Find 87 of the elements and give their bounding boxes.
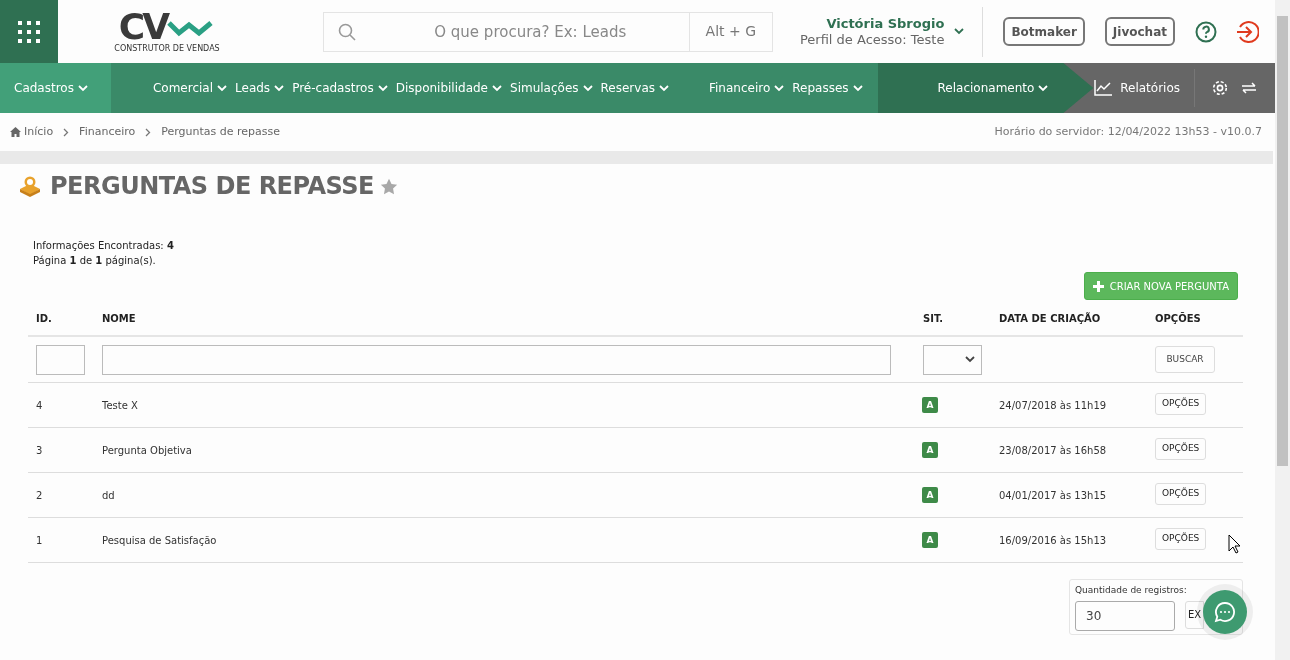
table-cell-text: 4 — [35, 398, 44, 413]
shortcut-hint: Alt + G — [688, 12, 772, 51]
scrollbar[interactable] — [1275, 0, 1290, 660]
records-field[interactable]: 30 — [1075, 600, 1175, 631]
nav-item[interactable]: Cadastros — [14, 79, 88, 97]
logo-tagline: CONSTRUTOR DE VENDAS — [114, 42, 220, 55]
logout-icon[interactable] — [1235, 19, 1259, 44]
nav-item[interactable]: Pré-cadastros — [292, 79, 388, 97]
chevron-down-icon — [659, 84, 669, 92]
column-header: NOME — [101, 312, 137, 326]
column-header: OPÇÕES — [1154, 311, 1202, 326]
breadcrumb-link[interactable]: Perguntas de repasse — [161, 123, 281, 141]
help-icon[interactable] — [1195, 20, 1217, 43]
chevron-down-icon — [217, 84, 228, 92]
chevron-down-icon — [1038, 84, 1049, 92]
reports-link[interactable]: Relatórios — [1094, 79, 1180, 97]
plus-icon — [1092, 280, 1104, 292]
mouse-cursor-icon — [1228, 534, 1242, 554]
user-profile: Perfil de Acesso: Teste — [799, 31, 945, 48]
chevron-down-icon — [492, 84, 502, 92]
status-badge: A — [922, 532, 938, 549]
line-chart-icon — [1094, 80, 1113, 96]
home-icon — [10, 127, 21, 137]
table-cell-text: 24/07/2018 às 11h19 — [998, 398, 1108, 413]
breadcrumb-link[interactable]: Financeiro — [79, 123, 136, 141]
search-bar[interactable]: O que procura? Ex: Leads Alt + G — [323, 11, 773, 52]
grid-icon — [17, 19, 41, 44]
column-header: ID. — [35, 312, 53, 326]
name-filter-field[interactable] — [102, 344, 891, 375]
page-count: Página 1 de 1 página(s). — [33, 254, 157, 268]
star-icon[interactable] — [379, 177, 398, 195]
nav-item[interactable]: Relacionamento — [937, 79, 1049, 97]
results-count: Informações Encontradas: 4 — [33, 239, 175, 253]
search-field[interactable]: O que procura? Ex: Leads — [372, 12, 689, 51]
chevron-down-icon — [852, 84, 863, 92]
table-cell-text: 2 — [35, 488, 44, 503]
options-button[interactable]: OPÇÕES — [1155, 527, 1207, 550]
chevron-down-icon — [377, 84, 388, 92]
nav-item[interactable]: Reservas — [600, 79, 669, 97]
table-cell-text: 3 — [35, 443, 44, 458]
user-name[interactable]: Victória Sbrogio — [826, 15, 945, 32]
nav-item[interactable]: Repasses — [792, 79, 863, 97]
chevron-down-icon — [77, 84, 88, 92]
table-cell-text: Pesquisa de Satisfação — [101, 533, 218, 548]
chevron-down-icon — [582, 84, 593, 92]
search-icon — [338, 22, 356, 41]
chevron-right-icon — [63, 127, 70, 137]
chevron-down-icon — [774, 84, 785, 92]
chevron-down-icon — [274, 84, 285, 92]
server-time: Horário do servidor: 12/04/2022 13h53 - v10.0.7 — [994, 123, 1262, 140]
status-badge: A — [922, 397, 938, 414]
table-cell-text: 04/01/2017 às 13h15 — [998, 488, 1108, 503]
column-header: SIT. — [922, 312, 945, 326]
header-button[interactable]: Jivochat — [1104, 17, 1175, 46]
apps-menu-button[interactable] — [0, 0, 58, 63]
logo-mark[interactable]: CV — [118, 8, 168, 45]
nav-item[interactable]: Simulações — [510, 79, 593, 97]
breadcrumb-link[interactable]: Início — [24, 123, 54, 141]
page-title: PERGUNTAS DE REPASSE — [50, 171, 374, 202]
records-label: Quantidade de registros: — [1075, 584, 1188, 597]
id-filter-field[interactable] — [36, 344, 85, 375]
table-cell-text: 1 — [35, 533, 44, 548]
status-badge: A — [922, 442, 938, 459]
chat-button[interactable] — [1203, 590, 1247, 634]
nav-item[interactable]: Comercial — [152, 79, 228, 97]
chevron-down-icon — [954, 28, 965, 35]
column-header: DATA DE CRIAÇÃO — [998, 311, 1102, 326]
search-button[interactable]: BUSCAR — [1155, 346, 1215, 373]
options-button[interactable]: OPÇÕES — [1155, 482, 1207, 505]
nav-item[interactable]: Financeiro — [709, 79, 785, 97]
status-badge: A — [922, 487, 938, 504]
header-button[interactable]: Botmaker — [1003, 17, 1085, 46]
table-cell-text: dd — [101, 488, 116, 503]
table-cell-text: Pergunta Objetiva — [101, 443, 193, 458]
table-cell-text: 16/09/2016 às 15h13 — [998, 533, 1108, 548]
options-button[interactable]: OPÇÕES — [1155, 392, 1207, 415]
switch-arrows-icon[interactable] — [1241, 82, 1257, 94]
nav-item[interactable]: Leads — [235, 79, 285, 97]
chevron-down-icon — [965, 356, 975, 363]
status-filter-select[interactable] — [923, 344, 982, 375]
options-button[interactable]: OPÇÕES — [1155, 437, 1207, 460]
nav-item[interactable]: Disponibilidade — [395, 79, 502, 97]
settings-icon[interactable] — [1211, 79, 1229, 97]
chevron-right-icon — [145, 127, 152, 137]
table-cell-text: 23/08/2017 às 16h58 — [998, 443, 1108, 458]
table-cell-text: Teste X — [101, 398, 139, 413]
chat-bubble-icon — [1214, 601, 1236, 623]
